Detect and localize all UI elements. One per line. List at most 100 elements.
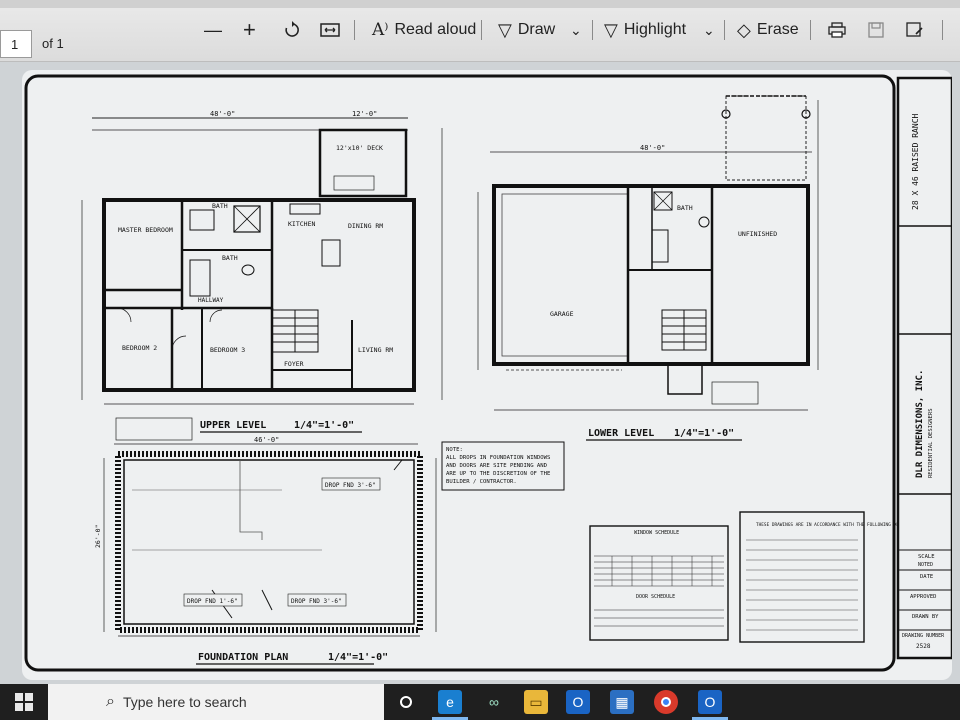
note-line-4: ARE UP TO THE DISCRETION OF THE: [446, 471, 551, 477]
garage-label: GARAGE: [550, 310, 574, 318]
taskbar-search-box[interactable]: ⌕ Type here to search: [48, 684, 384, 720]
upper-bath-label: BATH: [212, 202, 228, 210]
upper-bath2-label: BATH: [222, 254, 238, 262]
outlook-icon: O: [704, 694, 716, 710]
outlook-second-button[interactable]: O: [698, 690, 722, 714]
upper-level-scale: 1/4"=1'-0": [294, 420, 354, 431]
save-as-button[interactable]: [906, 16, 924, 44]
edge-taskbar-button[interactable]: e: [438, 690, 462, 714]
lower-width-dimension: 48'-0": [640, 144, 665, 152]
save-disk-icon: [868, 22, 884, 38]
highlight-options-button[interactable]: ⌄: [703, 16, 715, 44]
task-view-button[interactable]: [394, 690, 418, 714]
sheet-border: [24, 74, 896, 672]
erase-label: Erase: [756, 21, 799, 38]
rotate-button[interactable]: [283, 16, 301, 44]
fit-page-button[interactable]: [320, 16, 340, 44]
door-schedule-title: DOOR SCHEDULE: [636, 594, 675, 600]
eraser-icon: ◇: [737, 20, 751, 40]
dining-room-label: DINING RM: [348, 222, 383, 230]
master-bedroom-label: MASTER BEDROOM: [118, 226, 173, 234]
printer-icon: [828, 22, 846, 38]
rotate-icon: [285, 21, 299, 37]
read-aloud-label: Read aloud: [394, 21, 477, 38]
chevron-down-icon: ⌄: [703, 22, 715, 38]
scale-value: NOTED: [918, 562, 933, 568]
window-schedule-title: WINDOW SCHEDULE: [634, 530, 679, 536]
outlook-button[interactable]: O: [566, 690, 590, 714]
infinity-icon: ∞: [489, 694, 499, 710]
drawn-by-label: DRAWN BY: [912, 614, 939, 620]
scale-label: SCALE: [918, 554, 935, 560]
chrome-button[interactable]: [654, 690, 678, 714]
deck-label: 12'x10' DECK: [336, 144, 383, 152]
drop-label-2: DROP FND 1'-6": [187, 598, 238, 605]
drop-label-1: DROP FND 3'-6": [325, 482, 376, 489]
erase-button[interactable]: ◇ Erase: [737, 16, 799, 44]
title-block: 28 X 46 RAISED RANCH DLR DIMENSIONS, INC…: [896, 76, 952, 660]
drop-label-3: DROP FND 3'-6": [291, 598, 342, 605]
read-aloud-button[interactable]: A⁾ Read aloud: [372, 16, 476, 44]
upper-level-title: UPPER LEVEL: [200, 420, 266, 431]
note-line-5: BUILDER / CONTRACTOR.: [446, 479, 517, 485]
toolbar-divider: [724, 20, 725, 40]
lower-level-title: LOWER LEVEL: [588, 428, 654, 439]
highlight-label: Highlight: [623, 21, 687, 38]
zoom-out-button[interactable]: —: [204, 16, 222, 44]
lower-bath-label: BATH: [677, 204, 693, 212]
foundation-depth-dimension: 26'-0": [94, 525, 102, 548]
foyer-label: FOYER: [284, 360, 304, 368]
bedroom-3-label: BEDROOM 3: [210, 346, 245, 354]
windows-taskbar: ⌕ Type here to search e ∞ ▭ O ▦ O: [0, 684, 960, 720]
deck: [318, 128, 408, 198]
draw-options-button[interactable]: ⌄: [570, 16, 582, 44]
fit-width-icon: [320, 23, 340, 37]
firm-subtitle: RESIDENTIAL DESIGNERS: [928, 408, 934, 478]
drawing-number: 2528: [916, 643, 931, 650]
start-button[interactable]: [0, 684, 48, 720]
living-room-label: LIVING RM: [358, 346, 393, 354]
highlighter-icon: ▽: [604, 20, 618, 40]
upper-width-dimension: 48'-0": [210, 110, 235, 118]
bedroom-2-label: BEDROOM 2: [122, 344, 157, 352]
page-number-input[interactable]: 1: [0, 30, 32, 58]
zoom-in-button[interactable]: +: [243, 16, 256, 44]
draw-button[interactable]: ▽ Draw: [498, 16, 555, 44]
pdf-page: 48'-0" 12'-0" 12'x10' DECK MASTER BEDROO…: [22, 70, 952, 680]
document-viewport[interactable]: 48'-0" 12'-0" 12'x10' DECK MASTER BEDROO…: [0, 62, 960, 684]
grid-app-icon: ▦: [615, 693, 629, 710]
page-count-label: of 1: [42, 36, 64, 51]
draw-pen-icon: ▽: [498, 20, 512, 40]
foundation-plan: 46'-0" 26'-0" DROP FND 3'-6" DROP FND 1'…: [94, 436, 437, 665]
folder-icon: ▭: [529, 693, 543, 710]
minus-icon: —: [204, 20, 222, 40]
windows-logo-icon: [15, 693, 33, 711]
read-aloud-icon: A⁾: [372, 19, 389, 40]
calculator-button[interactable]: ▦: [610, 690, 634, 714]
chrome-icon: [661, 697, 671, 707]
draw-label: Draw: [517, 21, 556, 38]
print-button[interactable]: [828, 16, 846, 44]
chevron-down-icon: ⌄: [570, 22, 582, 38]
link-app-button[interactable]: ∞: [482, 690, 506, 714]
plus-icon: +: [243, 17, 256, 42]
toolbar-divider: [942, 20, 943, 40]
hallway-label: HALLWAY: [198, 297, 224, 304]
toolbar-divider: [592, 20, 593, 40]
highlight-button[interactable]: ▽ Highlight: [604, 16, 686, 44]
foundation-plan-title: FOUNDATION PLAN: [198, 652, 288, 663]
save-as-icon: [906, 22, 923, 37]
foundation-plan-scale: 1/4"=1'-0": [328, 652, 388, 663]
drawing-number-label: DRAWING NUMBER: [902, 633, 945, 639]
foundation-note: NOTE: ALL DROPS IN FOUNDATION WINDOWS AN…: [441, 441, 565, 491]
foundation-width-dimension: 46'-0": [254, 436, 279, 444]
note-line-2: ALL DROPS IN FOUNDATION WINDOWS: [446, 455, 550, 461]
lower-exterior-walls: [492, 184, 810, 366]
approved-label: APPROVED: [910, 594, 937, 600]
blueprint-drawing: 48'-0" 12'-0" 12'x10' DECK MASTER BEDROO…: [24, 74, 952, 672]
file-explorer-button[interactable]: ▭: [524, 690, 548, 714]
search-icon: ⌕: [106, 693, 115, 710]
kitchen-label: KITCHEN: [288, 220, 315, 228]
save-button[interactable]: [868, 16, 884, 44]
project-title: 28 X 46 RAISED RANCH: [911, 113, 920, 210]
